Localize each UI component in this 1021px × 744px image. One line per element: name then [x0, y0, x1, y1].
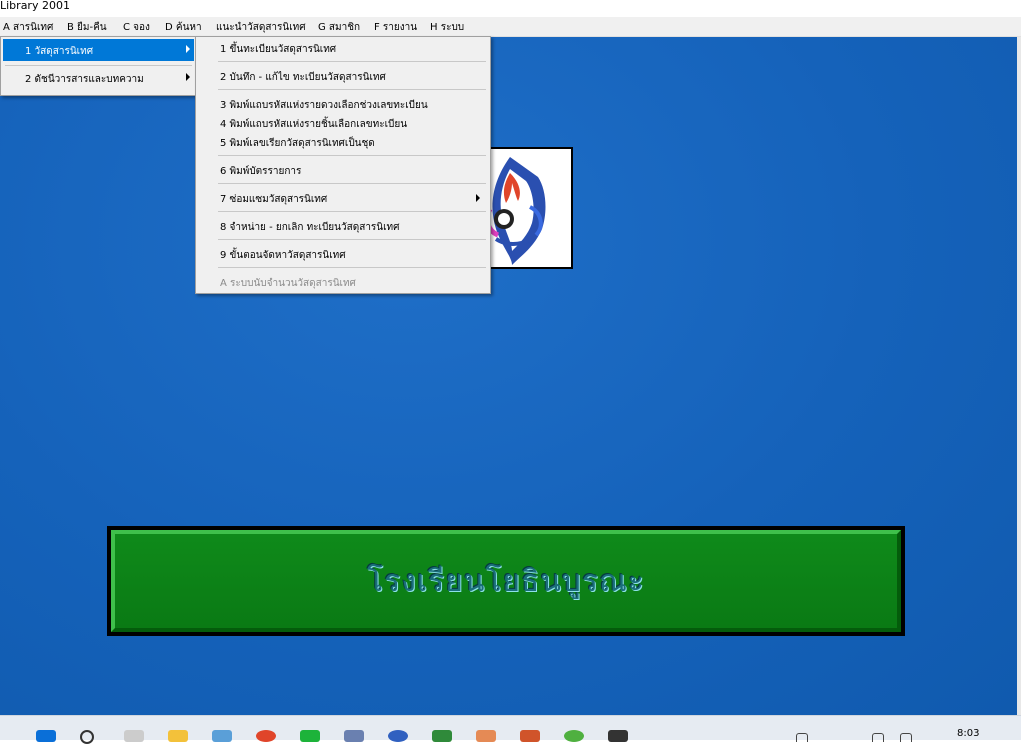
window-title: Library 2001	[0, 0, 70, 12]
menu-separator	[218, 183, 486, 184]
menu-separator	[218, 211, 486, 212]
menu-item-dispose[interactable]: 8 จำหน่าย - ยกเลิก ทะเบียนวัสดุสารนิเทศ	[198, 217, 488, 235]
app-icon[interactable]	[476, 730, 496, 742]
active-app-icon[interactable]	[608, 730, 628, 742]
menu-separator	[218, 155, 486, 156]
menu-h-system[interactable]: H ระบบ	[430, 20, 464, 35]
file-explorer-icon[interactable]	[168, 730, 188, 742]
app-icon[interactable]	[344, 730, 364, 742]
app-icon[interactable]	[520, 730, 540, 742]
school-name-text: โรงเรียนโยธินบูรณะ	[367, 563, 645, 599]
line-icon[interactable]	[300, 730, 320, 742]
banner-panel: โรงเรียนโยธินบูรณะ	[111, 530, 901, 632]
menu-separator	[218, 267, 486, 268]
network-icon[interactable]	[796, 733, 808, 742]
menu-item-label: 3 พิมพ์แถบรหัสแห่งรายดวงเลือกช่วงเลขทะเบ…	[220, 100, 428, 111]
menu-f-reports[interactable]: F รายงาน	[374, 20, 417, 35]
search-icon[interactable]	[80, 730, 94, 744]
menu-item-print-call-number[interactable]: 5 พิมพ์เลขเรียกวัสดุสารนิเทศเป็นชุด	[198, 133, 488, 151]
menu-item-label: 4 พิมพ์แถบรหัสแห่งรายชิ้นเลือกเลขทะเบียน	[220, 119, 408, 130]
menu-item-label: 6 พิมพ์บัตรรายการ	[220, 166, 302, 177]
menu-item-inventory-count: A ระบบนับจำนวนวัสดุสารนิเทศ	[198, 273, 488, 291]
menu-separator	[218, 239, 486, 240]
menu-a-information[interactable]: A สารนิเทศ	[3, 20, 53, 35]
menu-d-search[interactable]: D ค้นหา	[165, 20, 202, 35]
menu-item-register[interactable]: 1 ขึ้นทะเบียนวัสดุสารนิเทศ	[198, 39, 488, 57]
menu-item-label: 1 วัสดุสารนิเทศ	[25, 46, 94, 57]
school-name-banner: โรงเรียนโยธินบูรณะ	[107, 526, 905, 636]
chrome-icon[interactable]	[256, 730, 276, 742]
app-icon[interactable]	[388, 730, 408, 742]
menu-separator	[218, 89, 486, 90]
submenu-arrow-icon	[186, 73, 190, 81]
menu-b-borrow-return[interactable]: B ยืม-คืน	[67, 20, 107, 35]
windows-start-icon[interactable]	[36, 730, 56, 742]
volume-icon[interactable]	[900, 733, 912, 742]
menu-recommend[interactable]: แนะนำวัสดุสารนิเทศ	[216, 20, 306, 35]
menu-item-label: 5 พิมพ์เลขเรียกวัสดุสารนิเทศเป็นชุด	[220, 138, 375, 149]
menu-item-label: 8 จำหน่าย - ยกเลิก ทะเบียนวัสดุสารนิเทศ	[220, 222, 400, 233]
school-emblem-icon	[484, 157, 546, 265]
menu-item-materials[interactable]: 1 วัสดุสารนิเทศ	[3, 39, 194, 61]
window-edge	[1017, 37, 1021, 715]
taskbar: 8:03	[0, 715, 1021, 744]
menu-item-journal-index[interactable]: 2 ดัชนีวารสารและบทความ	[3, 67, 194, 89]
window-titlebar: Library 2001	[0, 0, 1021, 17]
submenu-arrow-icon	[186, 45, 190, 53]
menu-item-print-catalog-card[interactable]: 6 พิมพ์บัตรรายการ	[198, 161, 488, 179]
battery-icon[interactable]	[872, 733, 884, 742]
menu-item-acquisition[interactable]: 9 ขั้นตอนจัดหาวัสดุสารนิเทศ	[198, 245, 488, 263]
materials-submenu: 1 ขึ้นทะเบียนวัสดุสารนิเทศ 2 บันทึก - แก…	[195, 36, 491, 294]
menu-g-members[interactable]: G สมาชิก	[318, 20, 360, 35]
task-view-icon[interactable]	[124, 730, 144, 742]
menu-item-label: 7 ซ่อมแซมวัสดุสารนิเทศ	[220, 194, 328, 205]
menu-item-print-barcode-range[interactable]: 3 พิมพ์แถบรหัสแห่งรายดวงเลือกช่วงเลขทะเบ…	[198, 95, 488, 113]
submenu-arrow-icon	[476, 194, 480, 202]
information-dropdown: 1 วัสดุสารนิเทศ 2 ดัชนีวารสารและบทความ	[0, 36, 197, 96]
menu-c-reserve[interactable]: C จอง	[123, 20, 150, 35]
menu-item-label: A ระบบนับจำนวนวัสดุสารนิเทศ	[220, 278, 356, 289]
taskbar-clock[interactable]: 8:03	[957, 728, 979, 739]
menu-separator	[218, 61, 486, 62]
menu-bar: A สารนิเทศ B ยืม-คืน C จอง D ค้นหา แนะนำ…	[0, 17, 1021, 37]
school-logo	[480, 147, 573, 269]
menu-item-label: 1 ขึ้นทะเบียนวัสดุสารนิเทศ	[220, 44, 337, 55]
app-icon[interactable]	[564, 730, 584, 742]
menu-separator	[5, 65, 192, 66]
menu-item-print-barcode-single[interactable]: 4 พิมพ์แถบรหัสแห่งรายชิ้นเลือกเลขทะเบียน	[198, 114, 488, 132]
app-icon[interactable]	[212, 730, 232, 742]
app-icon[interactable]	[432, 730, 452, 742]
menu-item-label: 9 ขั้นตอนจัดหาวัสดุสารนิเทศ	[220, 250, 346, 261]
menu-item-edit-register[interactable]: 2 บันทึก - แก้ไข ทะเบียนวัสดุสารนิเทศ	[198, 67, 488, 85]
menu-item-label: 2 บันทึก - แก้ไข ทะเบียนวัสดุสารนิเทศ	[220, 72, 386, 83]
menu-item-label: 2 ดัชนีวารสารและบทความ	[25, 74, 144, 85]
menu-item-repair[interactable]: 7 ซ่อมแซมวัสดุสารนิเทศ	[198, 189, 488, 207]
